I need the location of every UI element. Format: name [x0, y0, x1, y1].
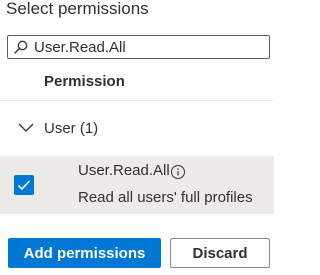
- select-permissions-panel: Select permissions Permission User (1) U…: [0, 0, 274, 275]
- group-row-user[interactable]: User (1): [0, 112, 274, 144]
- permission-checkbox[interactable]: [14, 175, 34, 195]
- permission-row[interactable]: User.Read.All Read all users' full profi…: [0, 156, 274, 214]
- page-title: Select permissions: [6, 0, 149, 18]
- search-icon: [13, 39, 29, 55]
- group-label: User (1): [44, 119, 99, 137]
- permission-description: Read all users' full profiles: [78, 189, 253, 206]
- chevron-down-icon[interactable]: [18, 120, 34, 136]
- permission-name: User.Read.All: [78, 162, 170, 179]
- search-box[interactable]: [7, 35, 270, 59]
- checkmark-icon: [17, 180, 31, 191]
- divider: [0, 100, 274, 101]
- column-header-permission[interactable]: Permission: [44, 73, 125, 90]
- add-permissions-button[interactable]: Add permissions: [8, 238, 161, 268]
- discard-button[interactable]: Discard: [170, 238, 270, 268]
- info-icon[interactable]: [170, 164, 186, 180]
- search-input[interactable]: [34, 37, 254, 57]
